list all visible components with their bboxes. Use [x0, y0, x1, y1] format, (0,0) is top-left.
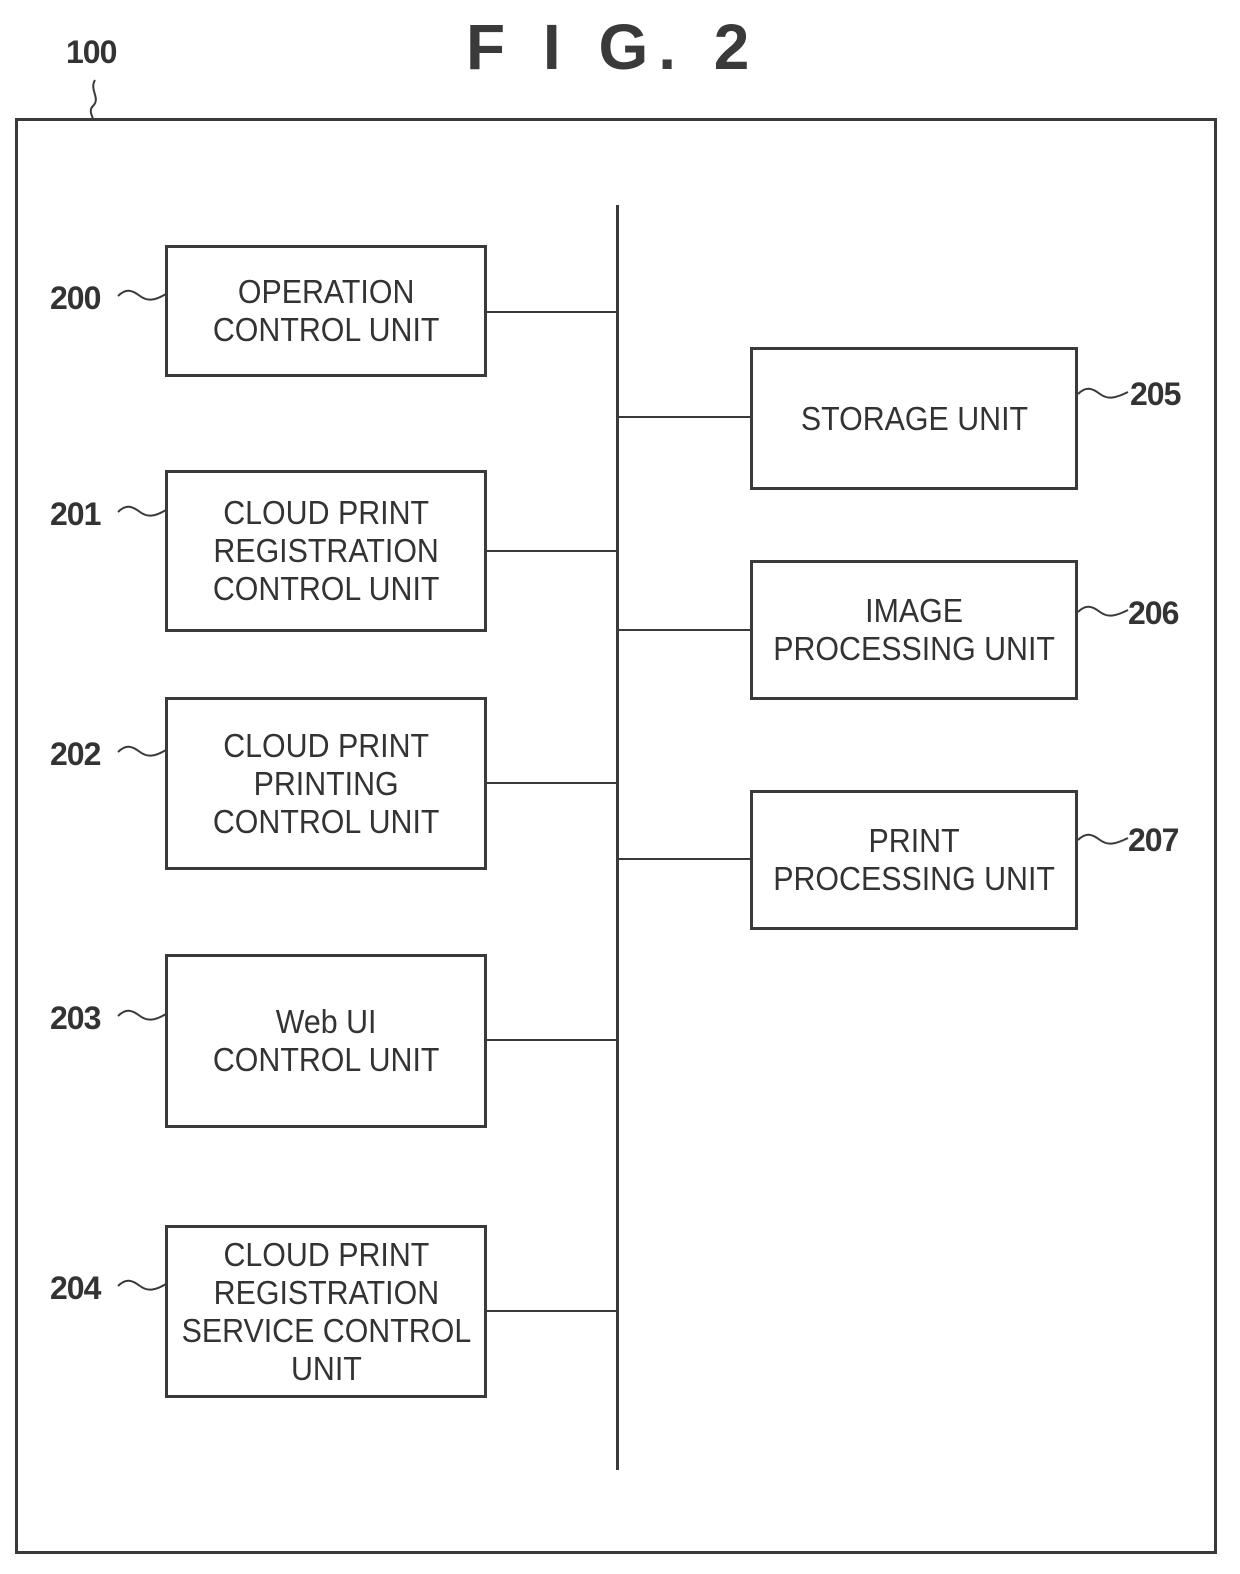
leader-line-205 — [1077, 387, 1129, 399]
connector-200 — [487, 311, 617, 313]
image-processing-unit-box: IMAGE PROCESSING UNIT — [750, 560, 1078, 700]
connector-202 — [487, 782, 617, 784]
ref-label-201: 201 — [50, 496, 101, 532]
cloud-print-printing-control-unit-box: CLOUD PRINT PRINTING CONTROL UNIT — [165, 697, 487, 870]
ref-label-203: 203 — [50, 1000, 101, 1036]
connector-207 — [619, 858, 751, 860]
leader-line-207 — [1077, 833, 1129, 845]
connector-204 — [487, 1310, 617, 1312]
connector-206 — [619, 629, 751, 631]
operation-control-unit-label: OPERATION CONTROL UNIT — [212, 273, 440, 348]
cloud-print-registration-control-unit-box: CLOUD PRINT REGISTRATION CONTROL UNIT — [165, 470, 487, 632]
ref-label-200: 200 — [50, 280, 101, 316]
cloud-print-printing-control-unit-label: CLOUD PRINT PRINTING CONTROL UNIT — [212, 726, 440, 840]
web-ui-control-unit-label: Web UI CONTROL UNIT — [212, 1003, 440, 1078]
operation-control-unit-box: OPERATION CONTROL UNIT — [165, 245, 487, 377]
figure-title: F I G. 2 — [466, 11, 760, 83]
leader-line-100 — [89, 79, 97, 121]
leader-line-202 — [117, 745, 167, 757]
web-ui-control-unit-box: Web UI CONTROL UNIT — [165, 954, 487, 1128]
storage-unit-label: STORAGE UNIT — [800, 399, 1028, 437]
connector-205 — [619, 416, 751, 418]
print-processing-unit-box: PRINT PROCESSING UNIT — [750, 790, 1078, 930]
ref-label-202: 202 — [50, 736, 101, 772]
connector-203 — [487, 1039, 617, 1041]
ref-label-205: 205 — [1130, 376, 1181, 412]
connector-201 — [487, 550, 617, 552]
leader-line-201 — [117, 505, 167, 517]
ref-label-207: 207 — [1128, 822, 1179, 858]
image-processing-unit-label: IMAGE PROCESSING UNIT — [773, 592, 1055, 667]
leader-line-204 — [117, 1279, 167, 1291]
ref-label-100: 100 — [66, 34, 117, 70]
cloud-print-registration-service-control-unit-box: CLOUD PRINT REGISTRATION SERVICE CONTROL… — [165, 1225, 487, 1398]
ref-label-206: 206 — [1128, 595, 1179, 631]
leader-line-206 — [1077, 605, 1129, 617]
storage-unit-box: STORAGE UNIT — [750, 347, 1078, 490]
ref-label-204: 204 — [50, 1270, 101, 1306]
leader-line-203 — [117, 1009, 167, 1021]
system-bus — [616, 205, 619, 1470]
cloud-print-registration-control-unit-label: CLOUD PRINT REGISTRATION CONTROL UNIT — [212, 494, 440, 607]
leader-line-200 — [117, 289, 167, 301]
cloud-print-registration-service-control-unit-label: CLOUD PRINT REGISTRATION SERVICE CONTROL… — [181, 1235, 471, 1387]
print-processing-unit-label: PRINT PROCESSING UNIT — [773, 822, 1055, 897]
